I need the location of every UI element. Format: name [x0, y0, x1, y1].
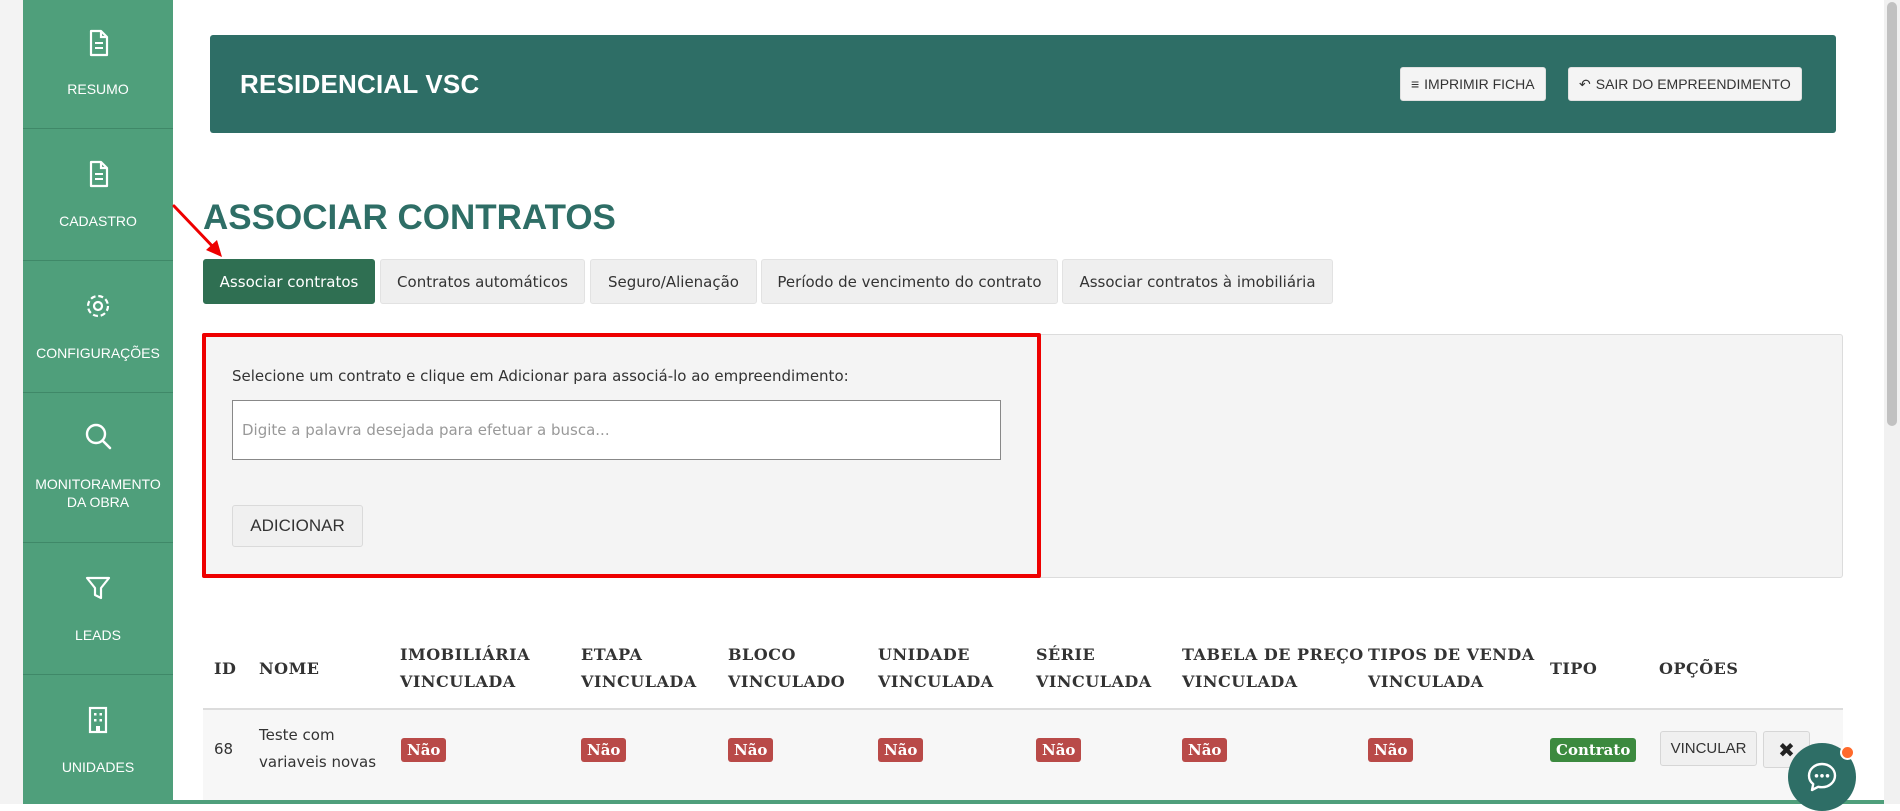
contract-search-input[interactable]	[232, 400, 1001, 460]
th-tipos-venda-sub: VINCULADA	[1368, 672, 1484, 691]
th-id: ID	[214, 659, 237, 678]
scrollbar-thumb[interactable]	[1887, 2, 1897, 426]
sidebar-item-configuracoes[interactable]: CONFIGURAÇÕES	[23, 261, 173, 393]
project-title: RESIDENCIAL VSC	[240, 69, 480, 99]
bottom-border	[173, 800, 1900, 804]
badge-tabela: Não	[1182, 738, 1228, 762]
tab-associar-contratos[interactable]: Associar contratos	[203, 259, 375, 304]
scrollbar[interactable]	[1884, 0, 1900, 804]
vincular-button[interactable]: VINCULAR	[1660, 731, 1757, 766]
sidebar-item-cadastro[interactable]: CADASTRO	[23, 129, 173, 261]
cell-id: 68	[214, 740, 234, 758]
badge-etapa: Não	[581, 738, 627, 762]
th-unidade: UNIDADE	[878, 645, 970, 664]
sidebar-item-label: DA OBRA	[66, 494, 130, 510]
instruction-text: Selecione um contrato e clique em Adicio…	[232, 367, 849, 385]
document-icon	[89, 29, 109, 57]
search-icon	[85, 423, 112, 450]
th-etapa-sub: VINCULADA	[581, 672, 697, 691]
cell-nome-line2: variaveis novas	[259, 753, 377, 771]
badge-tipos: Não	[1368, 738, 1414, 762]
gear-icon	[86, 294, 110, 318]
th-tipos-venda: TIPOS DE VENDA	[1368, 645, 1535, 664]
sidebar-item-label: MONITORAMENTO	[35, 476, 161, 492]
funnel-icon	[85, 576, 111, 600]
th-imobiliaria-sub: VINCULADA	[400, 672, 516, 691]
print-button-label: IMPRIMIR FICHA	[1424, 76, 1535, 92]
sidebar-item-label: LEADS	[75, 627, 121, 643]
badge-serie: Não	[1036, 738, 1082, 762]
th-nome: NOME	[259, 659, 320, 678]
exit-button-label: SAIR DO EMPREENDIMENTO	[1595, 76, 1791, 92]
th-tabela-preco: TABELA DE PREÇO	[1182, 645, 1364, 664]
th-opcoes: OPÇÕES	[1659, 659, 1739, 678]
list-icon: ≡	[1411, 76, 1420, 92]
sidebar: RESUMO CADASTRO CONFIGURAÇÕES MONITORAME…	[23, 0, 173, 804]
sidebar-item-monitoramento[interactable]: MONITORAMENTO DA OBRA	[23, 393, 173, 543]
th-etapa: ETAPA	[581, 645, 643, 664]
tab-periodo-vencimento[interactable]: Período de vencimento do contrato	[761, 259, 1058, 304]
th-serie: SÉRIE	[1036, 645, 1096, 664]
sidebar-item-label: CONFIGURAÇÕES	[36, 345, 160, 361]
tab-contratos-automaticos[interactable]: Contratos automáticos	[380, 259, 585, 304]
left-gutter	[0, 0, 23, 804]
building-icon	[88, 706, 108, 734]
tab-associar-imobiliaria[interactable]: Associar contratos à imobiliária	[1062, 259, 1333, 304]
add-button[interactable]: ADICIONAR	[232, 505, 363, 547]
badge-bloco: Não	[728, 738, 774, 762]
badge-unidade: Não	[878, 738, 924, 762]
tab-seguro-alienacao[interactable]: Seguro/Alienação	[590, 259, 757, 304]
th-imobiliaria: IMOBILIÁRIA	[400, 645, 530, 664]
th-tipo: TIPO	[1550, 659, 1598, 678]
exit-project-button[interactable]: ↶ SAIR DO EMPREENDIMENTO	[1568, 67, 1802, 101]
th-bloco: BLOCO	[728, 645, 796, 664]
th-tabela-preco-sub: VINCULADA	[1182, 672, 1298, 691]
annotation-arrow-icon	[172, 204, 222, 257]
sidebar-item-label: UNIDADES	[61, 759, 135, 775]
project-header: RESIDENCIAL VSC ≡ IMPRIMIR FICHA ↶ SAIR …	[210, 35, 1836, 133]
cell-nome: Teste com	[259, 726, 335, 744]
notification-dot	[1840, 745, 1855, 760]
chat-bubble-icon	[1807, 762, 1837, 792]
th-unidade-sub: VINCULADA	[878, 672, 994, 691]
print-button[interactable]: ≡ IMPRIMIR FICHA	[1400, 67, 1546, 101]
reply-arrow-icon: ↶	[1579, 75, 1591, 92]
sidebar-item-resumo[interactable]: RESUMO	[23, 0, 173, 129]
sidebar-item-label: CADASTRO	[59, 213, 137, 229]
document-icon	[89, 160, 109, 188]
sidebar-item-label: RESUMO	[67, 81, 129, 97]
sidebar-item-leads[interactable]: LEADS	[23, 543, 173, 675]
badge-tipo: Contrato	[1550, 738, 1637, 762]
th-serie-sub: VINCULADA	[1036, 672, 1152, 691]
sidebar-item-unidades[interactable]: UNIDADES	[23, 675, 173, 804]
badge-imobiliaria: Não	[401, 738, 447, 762]
th-bloco-sub: VINCULADO	[728, 672, 846, 691]
page-title: ASSOCIAR CONTRATOS	[203, 198, 616, 237]
